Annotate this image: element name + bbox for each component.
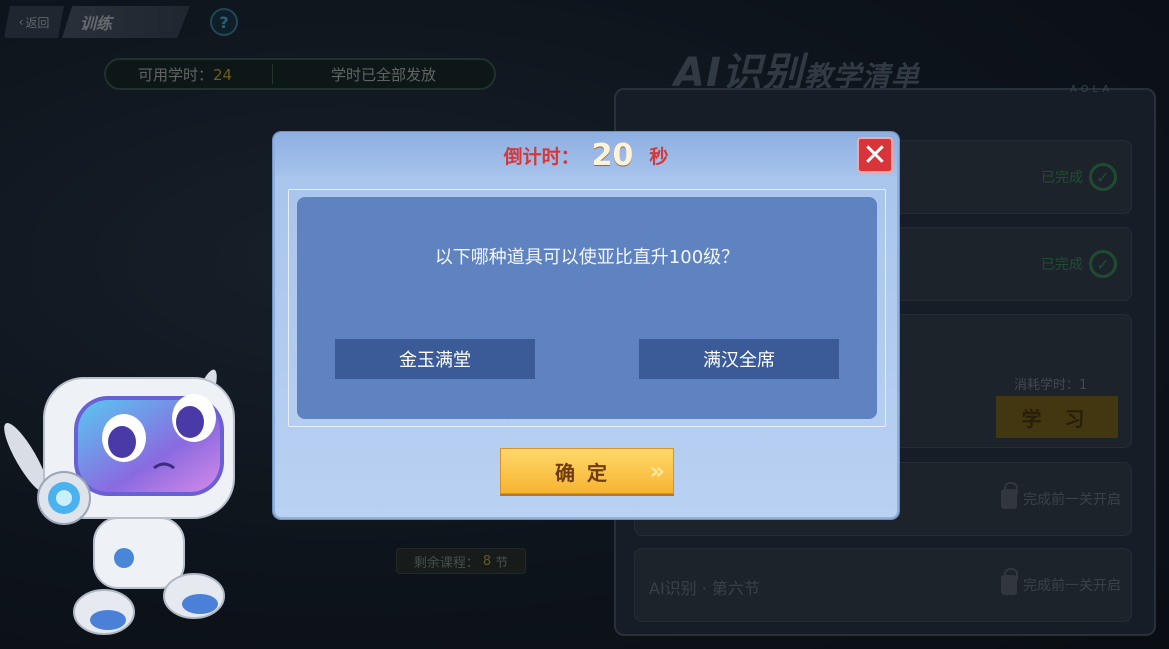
close-icon: ✕ [862,137,888,173]
remaining-unit: 节 [495,555,509,571]
remaining-value: 8 [482,553,492,569]
countdown-header: 倒计时： 20 秒 [275,134,897,176]
locked-status: 完成前一关开启 [1001,482,1121,509]
countdown-value: 20 [591,137,634,173]
remaining-label: 剩余课程： [413,555,479,571]
lesson-name: AI识别 · 第六节 [649,579,760,598]
locked-status: 完成前一关开启 [1001,568,1121,595]
study-button[interactable]: 学 习 [996,396,1118,438]
completed-status: 已完成 ✓ [1041,250,1117,278]
back-button[interactable]: ‹ 返回 [4,6,64,38]
hours-label: 可用学时： [138,65,214,84]
hours-status: 学时已全部发放 [330,65,436,84]
countdown-label: 倒计时： [503,145,580,168]
quiz-dialog: 倒计时： 20 秒 ✕ 以下哪种道具可以使亚比直升100级？ 金玉满堂 满汉全席… [273,132,899,519]
help-icon[interactable]: ? [210,8,238,36]
brand-label: AOLA [1070,84,1114,95]
lock-icon [1001,568,1018,595]
check-icon: ✓ [1089,250,1117,278]
available-hours-bar: 可用学时：24 学时已全部发放 [104,58,496,90]
remaining-lessons: 剩余课程： 8 节 [396,548,526,574]
close-button[interactable]: ✕ [857,137,893,173]
lesson-item-locked[interactable]: AI识别 · 第六节 完成前一关开启 [634,548,1132,622]
locked-label: 完成前一关开启 [1023,492,1121,508]
back-arrow-icon: ‹ [18,15,24,29]
lesson-cost: 消耗学时：1 [1014,378,1088,393]
countdown-unit: 秒 [649,145,669,168]
completed-status: 已完成 ✓ [1041,163,1117,191]
status-label: 已完成 [1041,257,1083,273]
robot-mascot-icon [4,369,235,635]
locked-label: 完成前一关开启 [1023,578,1121,594]
available-hours: 可用学时：24 [106,64,272,85]
question-text: 以下哪种道具可以使亚比直升100级？ [434,247,740,268]
hours-value: 24 [213,65,233,84]
question-panel: 以下哪种道具可以使亚比直升100级？ 金玉满堂 满汉全席 [297,197,877,419]
back-label: 返回 [25,15,50,30]
lock-icon [1001,482,1018,509]
check-icon: ✓ [1089,163,1117,191]
page-title: 训练 [62,6,190,38]
top-bar: ‹ 返回 训练 ? [0,0,260,42]
status-label: 已完成 [1041,170,1083,186]
confirm-button[interactable]: 确定 [500,448,674,494]
answer-option-a[interactable]: 金玉满堂 [335,339,535,379]
answer-option-b[interactable]: 满汉全席 [639,339,839,379]
